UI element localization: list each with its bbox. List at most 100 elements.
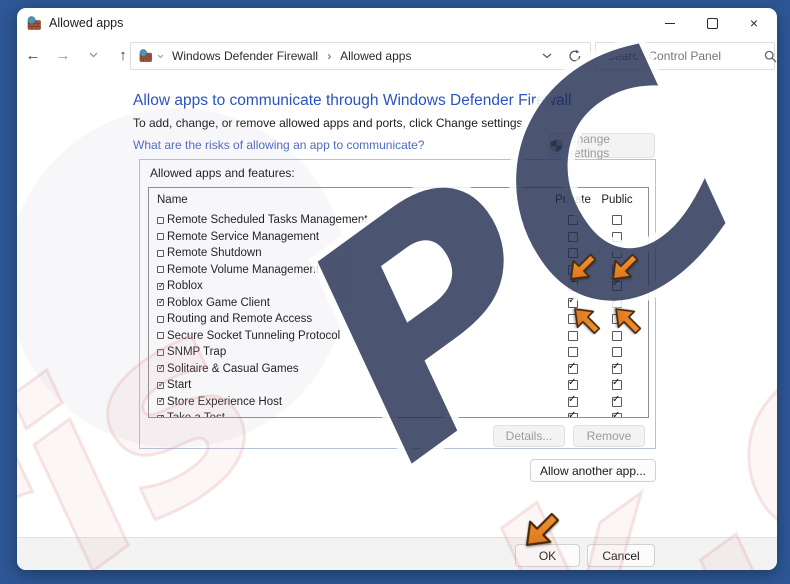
group-label: Allowed apps and features:: [150, 166, 295, 180]
forward-icon: →: [55, 46, 71, 64]
page-description: To add, change, or remove allowed apps a…: [133, 116, 526, 130]
minimize-button[interactable]: [649, 8, 691, 38]
change-settings-button[interactable]: Change settings: [549, 131, 655, 160]
app-checkbox[interactable]: [157, 266, 164, 274]
allow-another-app-button[interactable]: Allow another app...: [530, 459, 656, 482]
list-item[interactable]: Remote Scheduled Tasks Management: [149, 212, 648, 229]
public-checkbox[interactable]: [612, 330, 622, 341]
titlebar: Allowed apps ×: [17, 8, 777, 38]
breadcrumb-item-windows-defender-firewall[interactable]: Windows Defender Firewall: [172, 49, 318, 63]
close-button[interactable]: ×: [733, 8, 775, 38]
search-icon: [764, 50, 777, 62]
public-checkbox[interactable]: [612, 264, 622, 275]
list-item[interactable]: Routing and Remote Access: [149, 311, 648, 328]
public-checkbox[interactable]: [612, 296, 622, 308]
private-checkbox[interactable]: [568, 264, 578, 275]
public-checkbox[interactable]: [612, 362, 622, 374]
private-checkbox[interactable]: [568, 347, 578, 358]
app-name: Secure Socket Tunneling Protocol: [167, 329, 341, 342]
app-checkbox[interactable]: [157, 282, 165, 290]
app-checkbox[interactable]: [157, 233, 164, 241]
app-checkbox[interactable]: [157, 315, 164, 323]
chevron-down-icon: [157, 54, 164, 58]
column-header-private[interactable]: Private: [550, 194, 596, 206]
list-item[interactable]: Start: [149, 377, 648, 394]
chevron-down-icon: [89, 52, 97, 58]
uac-shield-icon: [550, 139, 563, 152]
app-name: Remote Shutdown: [167, 247, 262, 260]
app-checkbox[interactable]: [157, 216, 164, 224]
private-checkbox[interactable]: [568, 378, 578, 391]
breadcrumb: Windows Defender Firewall › Allowed apps: [172, 49, 542, 63]
public-checkbox[interactable]: [612, 395, 622, 407]
public-checkbox[interactable]: [612, 347, 622, 358]
private-checkbox[interactable]: [568, 395, 578, 407]
breadcrumb-item-allowed-apps[interactable]: Allowed apps: [340, 49, 411, 63]
maximize-icon: [706, 17, 718, 29]
public-checkbox[interactable]: [612, 248, 622, 259]
list-item[interactable]: Store Experience Host: [149, 394, 648, 411]
public-checkbox[interactable]: [612, 411, 622, 417]
public-checkbox[interactable]: [612, 314, 622, 325]
app-name: Start: [167, 379, 192, 392]
list-item[interactable]: Roblox Game Client: [149, 295, 648, 312]
app-checkbox[interactable]: [157, 364, 165, 373]
back-button[interactable]: ←: [21, 42, 45, 68]
search-input[interactable]: [605, 48, 764, 64]
public-checkbox[interactable]: [612, 231, 622, 242]
refresh-button[interactable]: [568, 49, 582, 63]
risks-link[interactable]: What are the risks of allowing an app to…: [133, 138, 424, 152]
breadcrumb-separator: ›: [327, 49, 332, 63]
details-button[interactable]: Details...: [493, 425, 565, 447]
public-checkbox[interactable]: [612, 378, 622, 391]
column-header-name[interactable]: Name: [157, 194, 550, 206]
address-bar[interactable]: Windows Defender Firewall › Allowed apps: [130, 42, 591, 70]
app-list: Name Private Public Remote Scheduled Tas…: [148, 187, 649, 418]
private-checkbox[interactable]: [568, 279, 578, 292]
public-checkbox[interactable]: [612, 215, 622, 226]
close-icon: ×: [749, 15, 759, 31]
app-checkbox[interactable]: [157, 381, 165, 389]
up-arrow-icon: ↑: [119, 46, 127, 64]
app-checkbox[interactable]: [157, 249, 164, 257]
forward-button[interactable]: →: [51, 42, 75, 68]
private-checkbox[interactable]: [568, 330, 578, 341]
search-box: [595, 42, 777, 70]
app-checkbox[interactable]: [157, 348, 164, 356]
public-checkbox[interactable]: [612, 279, 622, 292]
change-settings-label: Change settings: [567, 131, 610, 160]
list-item[interactable]: Solitaire & Casual Games: [149, 361, 648, 378]
list-item[interactable]: SNMP Trap: [149, 344, 648, 361]
private-checkbox[interactable]: [568, 411, 578, 417]
maximize-button[interactable]: [691, 8, 733, 38]
private-checkbox[interactable]: [568, 215, 578, 226]
app-checkbox[interactable]: [157, 397, 165, 406]
app-checkbox[interactable]: [157, 298, 165, 307]
app-checkbox[interactable]: [157, 332, 164, 340]
list-item[interactable]: Remote Service Management: [149, 229, 648, 246]
private-checkbox[interactable]: [568, 314, 578, 325]
app-name: Roblox Game Client: [167, 296, 270, 309]
list-item[interactable]: Remote Volume Management: [149, 262, 648, 279]
private-checkbox[interactable]: [568, 296, 578, 308]
remove-button[interactable]: Remove: [573, 425, 645, 447]
window-title: Allowed apps: [49, 16, 124, 30]
private-checkbox[interactable]: [568, 362, 578, 374]
list-item[interactable]: Roblox: [149, 278, 648, 295]
list-item[interactable]: Remote Shutdown: [149, 245, 648, 262]
app-checkbox[interactable]: [157, 414, 165, 417]
list-item[interactable]: Take a Test: [149, 410, 648, 417]
recent-pages-button[interactable]: [81, 42, 105, 68]
page-title: Allow apps to communicate through Window…: [133, 92, 572, 109]
private-checkbox[interactable]: [568, 248, 578, 259]
address-dropdown-button[interactable]: [542, 53, 552, 59]
column-header-public[interactable]: Public: [596, 194, 638, 206]
main-content: Allow apps to communicate through Window…: [17, 72, 777, 537]
private-checkbox[interactable]: [568, 231, 578, 242]
ok-button[interactable]: OK: [515, 544, 580, 567]
cancel-button[interactable]: Cancel: [587, 544, 655, 567]
app-name: Store Experience Host: [167, 395, 283, 408]
list-item[interactable]: Secure Socket Tunneling Protocol: [149, 328, 648, 345]
app-name: Remote Volume Management: [167, 263, 320, 276]
app-name: Solitaire & Casual Games: [167, 362, 299, 375]
